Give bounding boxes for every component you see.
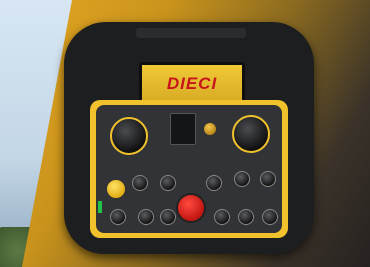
yellow-horn-button — [106, 179, 126, 199]
toggle-knob — [238, 209, 254, 225]
toggle-knob — [160, 209, 176, 225]
toggle-knob — [262, 209, 278, 225]
toggle-knob — [206, 175, 222, 191]
emergency-stop-button — [176, 193, 206, 223]
toggle-knob — [214, 209, 230, 225]
toggle-knob — [234, 171, 250, 187]
control-faceplate — [90, 100, 288, 238]
toggle-knob — [138, 209, 154, 225]
brand-logo: DIECI — [166, 74, 218, 93]
faceplate-inner-panel — [96, 105, 282, 233]
amber-rotary-knob — [204, 123, 216, 135]
right-joystick — [232, 115, 270, 153]
photo-scene: DIECI — [0, 0, 370, 267]
toggle-knob — [260, 171, 276, 187]
green-indicator — [98, 201, 102, 213]
left-joystick — [110, 117, 148, 155]
toggle-knob — [160, 175, 176, 191]
radio-remote-control: DIECI — [64, 22, 314, 254]
top-button-strip — [136, 28, 246, 38]
toggle-knob — [132, 175, 148, 191]
toggle-knob — [110, 209, 126, 225]
center-toggle-switch — [170, 113, 196, 145]
